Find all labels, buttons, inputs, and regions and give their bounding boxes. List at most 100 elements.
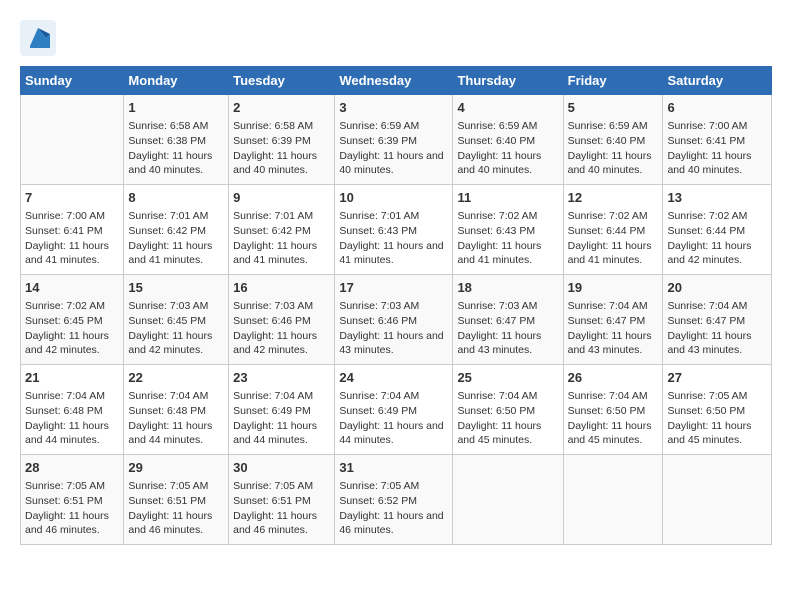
calendar-cell: 6 Sunrise: 7:00 AM Sunset: 6:41 PM Daylig…: [663, 95, 772, 185]
day-info: Sunrise: 7:01 AM Sunset: 6:42 PM Dayligh…: [233, 209, 330, 268]
day-number: 27: [667, 369, 767, 387]
day-number: 19: [568, 279, 659, 297]
week-row-2: 14 Sunrise: 7:02 AM Sunset: 6:45 PM Dayli…: [21, 275, 772, 365]
day-info: Sunrise: 7:05 AM Sunset: 6:51 PM Dayligh…: [128, 479, 224, 538]
calendar-cell: 28Sunrise: 7:05 AM Sunset: 6:51 PM Dayli…: [21, 455, 124, 545]
day-info: Sunrise: 6:58 AM Sunset: 6:39 PM Dayligh…: [233, 119, 330, 178]
calendar-cell: 2Sunrise: 6:58 AM Sunset: 6:39 PM Daylig…: [229, 95, 335, 185]
day-number: 28: [25, 459, 119, 477]
calendar-cell: 18 Sunrise: 7:03 AM Sunset: 6:47 PM Dayli…: [453, 275, 563, 365]
logo: [20, 20, 60, 56]
day-info: Sunrise: 7:02 AM Sunset: 6:45 PM Dayligh…: [25, 299, 119, 358]
day-info: Sunrise: 7:03 AM Sunset: 6:47 PM Dayligh…: [457, 299, 558, 358]
calendar-cell: 13 Sunrise: 7:02 AM Sunset: 6:44 PM Dayli…: [663, 185, 772, 275]
week-row-0: 1Sunrise: 6:58 AM Sunset: 6:38 PM Daylig…: [21, 95, 772, 185]
calendar-cell: 20 Sunrise: 7:04 AM Sunset: 6:47 PM Dayli…: [663, 275, 772, 365]
calendar-body: 1Sunrise: 6:58 AM Sunset: 6:38 PM Daylig…: [21, 95, 772, 545]
day-number: 21: [25, 369, 119, 387]
calendar-cell: 22 Sunrise: 7:04 AM Sunset: 6:48 PM Dayli…: [124, 365, 229, 455]
day-info: Sunrise: 7:04 AM Sunset: 6:48 PM Dayligh…: [25, 389, 119, 448]
day-info: Sunrise: 7:02 AM Sunset: 6:44 PM Dayligh…: [568, 209, 659, 268]
calendar-cell: 23Sunrise: 7:04 AM Sunset: 6:49 PM Dayli…: [229, 365, 335, 455]
calendar-cell: 11 Sunrise: 7:02 AM Sunset: 6:43 PM Dayli…: [453, 185, 563, 275]
day-number: 26: [568, 369, 659, 387]
day-number: 25: [457, 369, 558, 387]
day-info: Sunrise: 7:04 AM Sunset: 6:50 PM Dayligh…: [568, 389, 659, 448]
day-number: 6: [667, 99, 767, 117]
day-info: Sunrise: 7:03 AM Sunset: 6:46 PM Dayligh…: [339, 299, 448, 358]
day-number: 29: [128, 459, 224, 477]
day-info: Sunrise: 7:02 AM Sunset: 6:44 PM Dayligh…: [667, 209, 767, 268]
day-number: 5: [568, 99, 659, 117]
calendar-cell: 10Sunrise: 7:01 AM Sunset: 6:43 PM Dayli…: [335, 185, 453, 275]
day-info: Sunrise: 7:00 AM Sunset: 6:41 PM Dayligh…: [25, 209, 119, 268]
day-number: 31: [339, 459, 448, 477]
calendar-cell: 1Sunrise: 6:58 AM Sunset: 6:38 PM Daylig…: [124, 95, 229, 185]
day-info: Sunrise: 7:04 AM Sunset: 6:50 PM Dayligh…: [457, 389, 558, 448]
day-number: 11: [457, 189, 558, 207]
calendar-cell: 26 Sunrise: 7:04 AM Sunset: 6:50 PM Dayli…: [563, 365, 663, 455]
calendar-cell: 15 Sunrise: 7:03 AM Sunset: 6:45 PM Dayli…: [124, 275, 229, 365]
day-number: 14: [25, 279, 119, 297]
day-number: 23: [233, 369, 330, 387]
day-number: 9: [233, 189, 330, 207]
day-info: Sunrise: 7:02 AM Sunset: 6:43 PM Dayligh…: [457, 209, 558, 268]
calendar-cell: 9 Sunrise: 7:01 AM Sunset: 6:42 PM Daylig…: [229, 185, 335, 275]
calendar-cell: 29 Sunrise: 7:05 AM Sunset: 6:51 PM Dayli…: [124, 455, 229, 545]
day-number: 1: [128, 99, 224, 117]
header-row: SundayMondayTuesdayWednesdayThursdayFrid…: [21, 67, 772, 95]
header-thursday: Thursday: [453, 67, 563, 95]
header-tuesday: Tuesday: [229, 67, 335, 95]
day-number: 30: [233, 459, 330, 477]
calendar-cell: [21, 95, 124, 185]
calendar-cell: 7Sunrise: 7:00 AM Sunset: 6:41 PM Daylig…: [21, 185, 124, 275]
week-row-4: 28 Sunrise: 7:05 AM Sunset: 6:51 PM Dayli…: [21, 455, 772, 545]
day-number: 13: [667, 189, 767, 207]
calendar-cell: 4Sunrise: 6:59 AM Sunset: 6:40 PM Daylig…: [453, 95, 563, 185]
day-number: 17: [339, 279, 448, 297]
calendar-cell: 27 Sunrise: 7:05 AM Sunset: 6:50 PM Dayli…: [663, 365, 772, 455]
day-info: Sunrise: 7:04 AM Sunset: 6:47 PM Dayligh…: [568, 299, 659, 358]
calendar-cell: 5 Sunrise: 6:59 AM Sunset: 6:40 PM Daylig…: [563, 95, 663, 185]
day-number: 12: [568, 189, 659, 207]
calendar-cell: 24 Sunrise: 7:04 AM Sunset: 6:49 PM Dayli…: [335, 365, 453, 455]
day-info: Sunrise: 7:05 AM Sunset: 6:52 PM Dayligh…: [339, 479, 448, 538]
calendar-cell: 8 Sunrise: 7:01 AM Sunset: 6:42 PM Daylig…: [124, 185, 229, 275]
calendar-cell: 12 Sunrise: 7:02 AM Sunset: 6:44 PM Dayli…: [563, 185, 663, 275]
day-info: Sunrise: 6:59 AM Sunset: 6:39 PM Dayligh…: [339, 119, 448, 178]
week-row-3: 21 Sunrise: 7:04 AM Sunset: 6:48 PM Dayli…: [21, 365, 772, 455]
page-header: [20, 20, 772, 56]
calendar-cell: [563, 455, 663, 545]
calendar-table: SundayMondayTuesdayWednesdayThursdayFrid…: [20, 66, 772, 545]
day-info: Sunrise: 7:00 AM Sunset: 6:41 PM Dayligh…: [667, 119, 767, 178]
calendar-cell: 17 Sunrise: 7:03 AM Sunset: 6:46 PM Dayli…: [335, 275, 453, 365]
day-info: Sunrise: 7:03 AM Sunset: 6:46 PM Dayligh…: [233, 299, 330, 358]
week-row-1: 7Sunrise: 7:00 AM Sunset: 6:41 PM Daylig…: [21, 185, 772, 275]
calendar-cell: 16Sunrise: 7:03 AM Sunset: 6:46 PM Dayli…: [229, 275, 335, 365]
calendar-cell: [663, 455, 772, 545]
day-number: 24: [339, 369, 448, 387]
day-info: Sunrise: 7:05 AM Sunset: 6:50 PM Dayligh…: [667, 389, 767, 448]
day-info: Sunrise: 7:01 AM Sunset: 6:42 PM Dayligh…: [128, 209, 224, 268]
calendar-cell: 31 Sunrise: 7:05 AM Sunset: 6:52 PM Dayli…: [335, 455, 453, 545]
day-info: Sunrise: 6:59 AM Sunset: 6:40 PM Dayligh…: [457, 119, 558, 178]
day-info: Sunrise: 7:05 AM Sunset: 6:51 PM Dayligh…: [233, 479, 330, 538]
logo-icon: [20, 20, 56, 56]
day-info: Sunrise: 7:04 AM Sunset: 6:48 PM Dayligh…: [128, 389, 224, 448]
header-saturday: Saturday: [663, 67, 772, 95]
day-number: 15: [128, 279, 224, 297]
calendar-cell: 19 Sunrise: 7:04 AM Sunset: 6:47 PM Dayli…: [563, 275, 663, 365]
calendar-header: SundayMondayTuesdayWednesdayThursdayFrid…: [21, 67, 772, 95]
day-info: Sunrise: 6:59 AM Sunset: 6:40 PM Dayligh…: [568, 119, 659, 178]
calendar-cell: 25 Sunrise: 7:04 AM Sunset: 6:50 PM Dayli…: [453, 365, 563, 455]
day-number: 18: [457, 279, 558, 297]
day-info: Sunrise: 7:04 AM Sunset: 6:49 PM Dayligh…: [339, 389, 448, 448]
day-number: 22: [128, 369, 224, 387]
day-number: 8: [128, 189, 224, 207]
header-friday: Friday: [563, 67, 663, 95]
day-info: Sunrise: 7:04 AM Sunset: 6:47 PM Dayligh…: [667, 299, 767, 358]
day-number: 3: [339, 99, 448, 117]
calendar-cell: [453, 455, 563, 545]
day-info: Sunrise: 7:03 AM Sunset: 6:45 PM Dayligh…: [128, 299, 224, 358]
day-number: 20: [667, 279, 767, 297]
